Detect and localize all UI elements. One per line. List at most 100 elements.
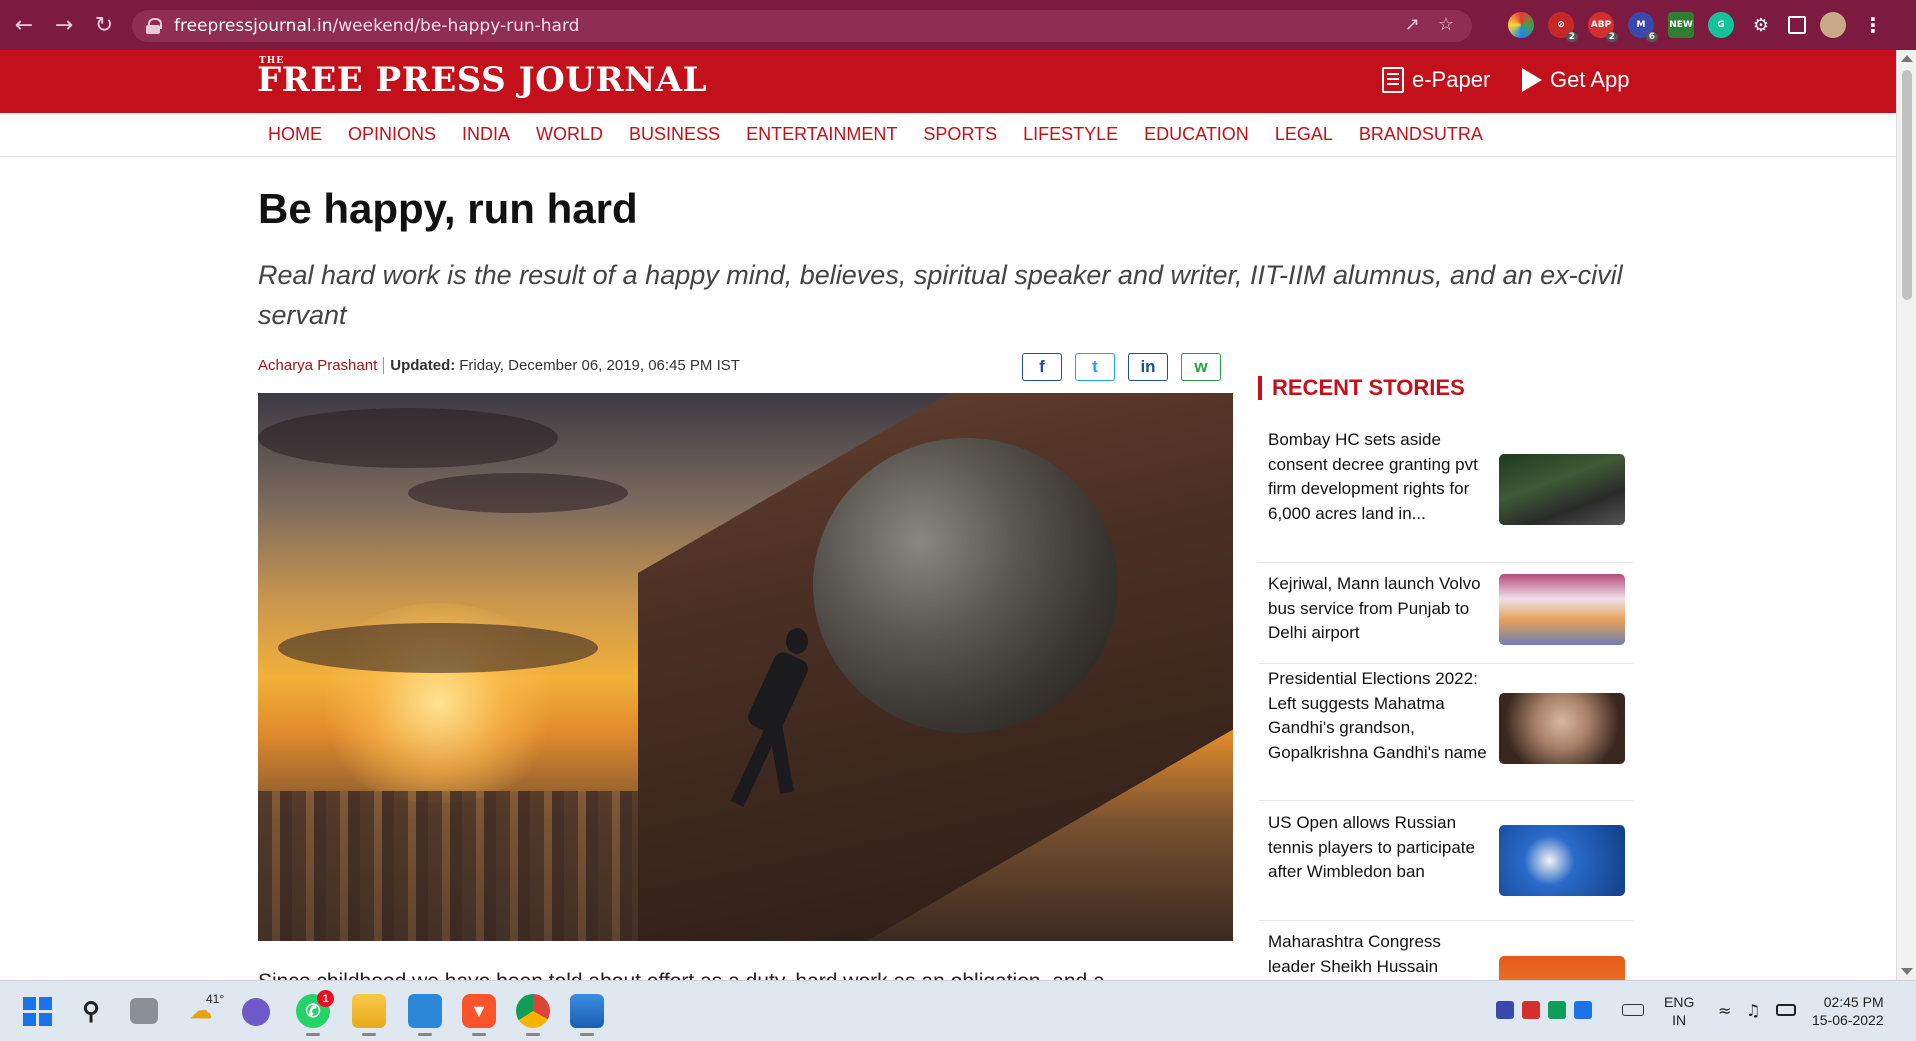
task-view-icon[interactable]: [130, 998, 158, 1024]
profile-avatar[interactable]: [1820, 12, 1846, 38]
grammarly-icon[interactable]: G: [1708, 12, 1734, 38]
recent-story-thumbnail[interactable]: [1499, 693, 1625, 764]
wifi-icon[interactable]: ≈: [1718, 1001, 1736, 1020]
hero-cloud: [258, 408, 558, 468]
nav-item-world[interactable]: WORLD: [536, 124, 603, 145]
recent-story-headline[interactable]: US Open allows Russian tennis players to…: [1268, 811, 1490, 885]
recent-story-item[interactable]: Maharashtra Congress leader Sheikh Hussa…: [1258, 930, 1633, 980]
recent-story-item[interactable]: Bombay HC sets aside consent decree gran…: [1258, 428, 1633, 563]
get-app-label: Get App: [1550, 67, 1630, 92]
recent-story-item[interactable]: US Open allows Russian tennis players to…: [1258, 811, 1633, 921]
author-link[interactable]: Acharya Prashant: [258, 357, 385, 374]
side-panel-icon[interactable]: [1788, 16, 1806, 34]
extension-abp-icon[interactable]: ABP 2: [1588, 12, 1618, 42]
hero-man-head: [786, 628, 808, 654]
puzzle-extensions-icon[interactable]: ⚙: [1748, 12, 1774, 38]
system-clock[interactable]: 02:45 PM 15-06-2022: [1812, 993, 1884, 1029]
page-scrollbar[interactable]: [1896, 50, 1916, 980]
photos-app-icon[interactable]: [570, 994, 604, 1036]
site-header: THE FREE PRESS JOURNAL e-Paper Get App: [0, 50, 1896, 113]
article-title: Be happy, run hard: [258, 185, 638, 232]
language-code: ENG: [1664, 994, 1695, 1010]
url-path: /weekend/be-happy-run-hard: [332, 16, 580, 36]
whatsapp-app-icon[interactable]: ✆ 1: [296, 990, 334, 1036]
logo-text: FREE PRESS JOURNAL: [257, 60, 707, 100]
updated-date: Friday, December 06, 2019, 06:45 PM IST: [459, 357, 740, 374]
tray-red-icon[interactable]: [1522, 1001, 1540, 1019]
whatsapp-share-icon[interactable]: w: [1181, 353, 1221, 381]
forward-arrow-icon[interactable]: →: [44, 0, 84, 50]
recent-story-item[interactable]: Kejriwal, Mann launch Volvo bus service …: [1258, 572, 1633, 664]
nav-item-india[interactable]: INDIA: [462, 124, 510, 145]
recent-story-headline[interactable]: Bombay HC sets aside consent decree gran…: [1268, 428, 1490, 526]
twitter-share-icon[interactable]: t: [1075, 353, 1115, 381]
logo-the: THE: [259, 56, 285, 66]
file-explorer-icon[interactable]: [352, 994, 386, 1036]
scroll-up-icon[interactable]: [1901, 55, 1913, 62]
region-code: IN: [1672, 1012, 1687, 1028]
scroll-down-icon[interactable]: [1901, 968, 1913, 975]
epaper-link[interactable]: e-Paper: [1382, 67, 1490, 93]
share-icon[interactable]: ↗: [1405, 14, 1420, 35]
nav-item-sports[interactable]: SPORTS: [923, 124, 997, 145]
extension-new-icon[interactable]: NEW: [1668, 12, 1694, 38]
recent-story-thumbnail[interactable]: [1499, 825, 1625, 896]
lock-icon[interactable]: [146, 18, 162, 34]
tray-shield-icon[interactable]: [1574, 1001, 1592, 1019]
whatsapp-badge: 1: [317, 990, 334, 1007]
nav-item-home[interactable]: HOME: [268, 124, 322, 145]
nav-item-lifestyle[interactable]: LIFESTYLE: [1023, 124, 1118, 145]
chat-icon[interactable]: [242, 998, 270, 1026]
volume-icon[interactable]: ♫: [1746, 1001, 1764, 1020]
reload-icon[interactable]: ↻: [84, 0, 124, 50]
browser-menu-icon[interactable]: ⋮: [1860, 12, 1886, 38]
start-windows-icon[interactable]: [20, 994, 54, 1028]
recent-story-headline[interactable]: Kejriwal, Mann launch Volvo bus service …: [1268, 572, 1490, 646]
extension-blocker-icon[interactable]: ⊘ 2: [1548, 12, 1578, 42]
tray-m-icon[interactable]: [1496, 1001, 1514, 1019]
url-host: freepressjournal.in: [174, 16, 333, 36]
nav-item-business[interactable]: BUSINESS: [629, 124, 720, 145]
article-subtitle: Real hard work is the result of a happy …: [258, 260, 1623, 330]
keyboard-icon[interactable]: [1622, 1004, 1644, 1016]
extension-color-icon[interactable]: [1508, 12, 1534, 38]
hero-man: [730, 623, 812, 813]
notepad-icon[interactable]: [408, 994, 442, 1036]
nav-item-opinions[interactable]: OPINIONS: [348, 124, 436, 145]
weather-temp: 41°: [206, 992, 225, 1006]
recent-story-thumbnail[interactable]: [1499, 574, 1625, 645]
tray-green-icon[interactable]: [1548, 1001, 1566, 1019]
extension-badge: 6: [1645, 32, 1658, 42]
linkedin-share-icon[interactable]: in: [1128, 353, 1168, 381]
bookmark-star-icon[interactable]: ☆: [1438, 14, 1454, 35]
nav-item-legal[interactable]: LEGAL: [1275, 124, 1333, 145]
battery-icon[interactable]: [1776, 1004, 1796, 1016]
hero-boulder: [813, 438, 1118, 733]
site-logo[interactable]: THE FREE PRESS JOURNAL: [257, 56, 707, 100]
weather-icon[interactable]: ☁ 41°: [184, 992, 224, 1028]
get-app-link[interactable]: Get App: [1522, 67, 1630, 93]
nav-item-entertainment[interactable]: ENTERTAINMENT: [746, 124, 897, 145]
facebook-share-icon[interactable]: f: [1022, 353, 1062, 381]
clock-time: 02:45 PM: [1823, 994, 1884, 1010]
search-icon[interactable]: ⚲: [74, 994, 108, 1028]
scroll-thumb[interactable]: [1902, 70, 1912, 300]
recent-story-thumbnail[interactable]: [1499, 454, 1625, 525]
recent-story-headline[interactable]: Maharashtra Congress leader Sheikh Hussa…: [1268, 930, 1490, 979]
back-arrow-icon[interactable]: ←: [4, 0, 44, 50]
hero-man-leg: [768, 722, 794, 794]
nav-item-education[interactable]: EDUCATION: [1144, 124, 1249, 145]
hero-cloud: [408, 473, 628, 513]
recent-story-thumbnail[interactable]: [1499, 956, 1625, 980]
hero-cloud: [278, 623, 598, 673]
address-bar[interactable]: freepressjournal.in/weekend/be-happy-run…: [132, 10, 1472, 42]
recent-story-headline[interactable]: Presidential Elections 2022: Left sugges…: [1268, 667, 1490, 765]
newspaper-icon: [1382, 67, 1404, 93]
language-indicator[interactable]: ENG IN: [1664, 993, 1694, 1029]
chrome-icon[interactable]: [516, 994, 550, 1036]
recent-story-item[interactable]: Presidential Elections 2022: Left sugges…: [1258, 667, 1633, 801]
nav-item-brandsutra[interactable]: BRANDSUTRA: [1359, 124, 1483, 145]
clock-date: 15-06-2022: [1812, 1012, 1884, 1028]
extension-m-icon[interactable]: M6: [1628, 12, 1658, 42]
brave-browser-icon[interactable]: ▼: [462, 994, 496, 1036]
